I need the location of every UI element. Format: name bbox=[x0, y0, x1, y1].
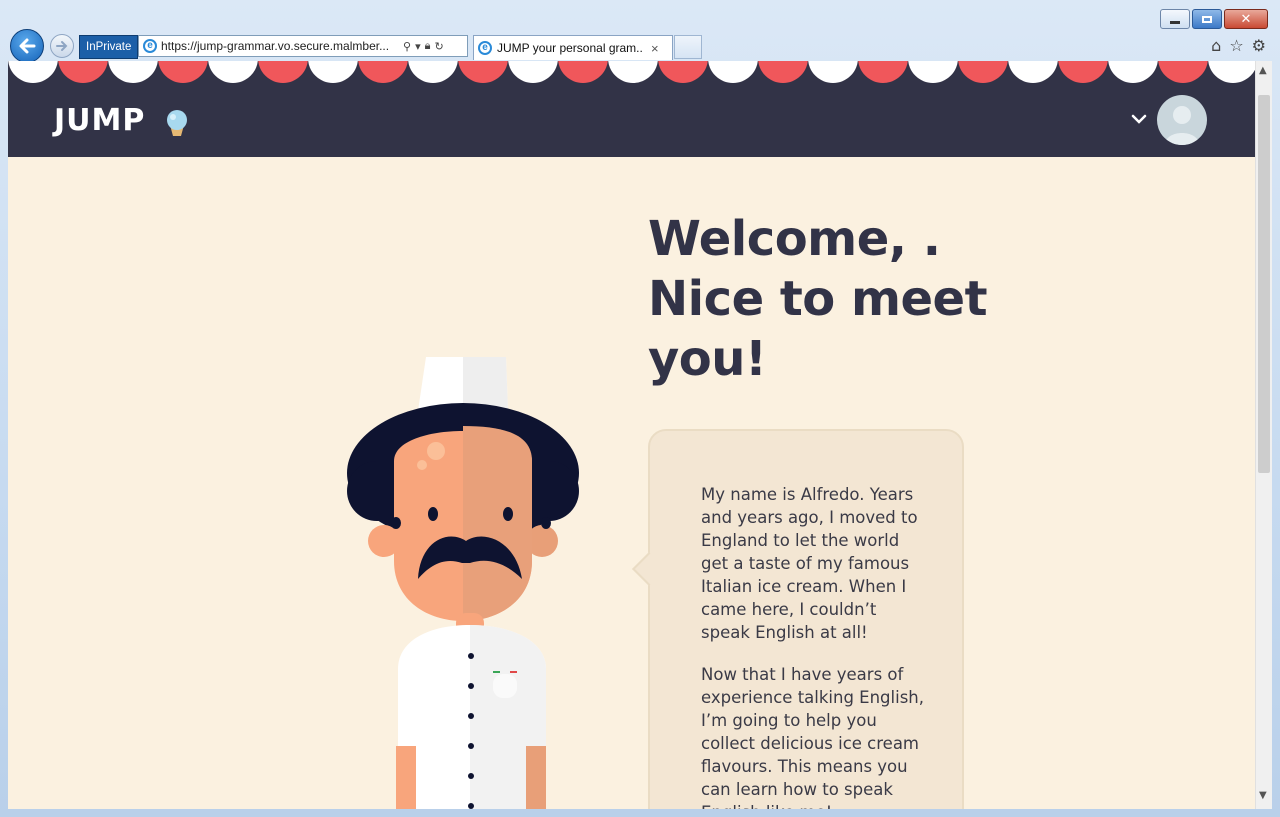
awning-scallop bbox=[858, 61, 908, 83]
awning-scallop bbox=[558, 61, 608, 83]
page-viewport: JUMP Welcome, . Nice to meet you! My nam… bbox=[8, 61, 1255, 809]
chevron-down-icon[interactable] bbox=[1131, 113, 1147, 125]
scroll-down-icon[interactable]: ▼ bbox=[1259, 790, 1267, 801]
awning-scallop bbox=[808, 61, 858, 83]
ie-site-icon: e bbox=[143, 39, 157, 53]
awning-scallop bbox=[208, 61, 258, 83]
mission-paragraph: Now that I have years of experience talk… bbox=[701, 665, 924, 809]
new-tab-button[interactable] bbox=[674, 35, 702, 59]
awning-scallop bbox=[958, 61, 1008, 83]
awning-decoration bbox=[8, 61, 1255, 83]
forward-button[interactable] bbox=[50, 34, 74, 58]
minimize-icon bbox=[1170, 20, 1180, 24]
maximize-button[interactable] bbox=[1192, 9, 1222, 29]
back-button[interactable] bbox=[10, 29, 44, 63]
awning-scallop bbox=[358, 61, 408, 83]
back-arrow-icon bbox=[19, 38, 36, 54]
inprivate-badge: InPrivate bbox=[79, 35, 139, 59]
window-controls: ✕ bbox=[1160, 9, 1268, 29]
browser-tools: ⌂ ☆ ⚙ bbox=[1211, 36, 1266, 55]
gear-icon[interactable]: ⚙ bbox=[1252, 36, 1266, 55]
tab-favicon-icon: e bbox=[478, 41, 492, 55]
user-avatar-icon bbox=[1165, 106, 1199, 145]
tab-close-icon[interactable]: × bbox=[651, 41, 659, 56]
search-icon[interactable]: ⚲ bbox=[403, 40, 411, 53]
awning-scallop bbox=[108, 61, 158, 83]
alfredo-illustration bbox=[347, 357, 579, 809]
tab-title: JUMP your personal gram... bbox=[497, 41, 643, 55]
refresh-icon[interactable]: ↻ bbox=[434, 40, 443, 53]
browser-window: ✕ InPrivate e https://jump-grammar.vo.se… bbox=[0, 0, 1280, 817]
close-window-button[interactable]: ✕ bbox=[1224, 9, 1268, 29]
speech-bubble-tail bbox=[632, 552, 666, 586]
awning-scallop bbox=[258, 61, 308, 83]
forward-arrow-icon bbox=[56, 41, 68, 51]
star-icon[interactable]: ☆ bbox=[1229, 36, 1243, 55]
lock-icon[interactable]: 🔒︎ bbox=[425, 40, 431, 53]
vertical-scrollbar[interactable]: ▲ ▼ bbox=[1255, 61, 1272, 809]
site-header: JUMP bbox=[8, 83, 1255, 157]
awning-scallop bbox=[708, 61, 758, 83]
avatar[interactable] bbox=[1157, 95, 1207, 145]
awning-scallop bbox=[658, 61, 708, 83]
address-url[interactable]: https://jump-grammar.vo.secure.malmber..… bbox=[161, 39, 397, 53]
awning-scallop bbox=[1108, 61, 1158, 83]
awning-scallop bbox=[58, 61, 108, 83]
address-tools: ⚲ ▾ 🔒︎ ↻ bbox=[403, 40, 444, 53]
awning-scallop bbox=[158, 61, 208, 83]
scroll-up-icon[interactable]: ▲ bbox=[1259, 65, 1267, 76]
awning-scallop bbox=[458, 61, 508, 83]
awning-scallop bbox=[1058, 61, 1108, 83]
awning-scallop bbox=[1008, 61, 1058, 83]
address-bar[interactable]: e https://jump-grammar.vo.secure.malmber… bbox=[138, 35, 468, 57]
awning-scallop bbox=[1208, 61, 1255, 83]
close-icon: ✕ bbox=[1240, 11, 1252, 27]
ice-cream-logo-icon bbox=[167, 110, 187, 136]
awning-scallop bbox=[1158, 61, 1208, 83]
dropdown-icon[interactable]: ▾ bbox=[415, 40, 421, 53]
browser-tab[interactable]: e JUMP your personal gram... × bbox=[473, 35, 673, 60]
scroll-thumb[interactable] bbox=[1258, 95, 1270, 473]
awning-scallop bbox=[508, 61, 558, 83]
awning-scallop bbox=[8, 61, 58, 83]
speech-bubble: My name is Alfredo. Years and years ago,… bbox=[632, 429, 964, 809]
awning-scallop bbox=[308, 61, 358, 83]
awning-scallop bbox=[608, 61, 658, 83]
awning-scallop bbox=[408, 61, 458, 83]
jump-logo[interactable]: JUMP bbox=[54, 103, 145, 138]
home-icon[interactable]: ⌂ bbox=[1211, 36, 1221, 55]
awning-scallop bbox=[908, 61, 958, 83]
awning-scallop bbox=[758, 61, 808, 83]
page-title: Welcome, . Nice to meet you! bbox=[648, 211, 988, 387]
intro-paragraph: My name is Alfredo. Years and years ago,… bbox=[701, 485, 918, 642]
minimize-button[interactable] bbox=[1160, 9, 1190, 29]
maximize-icon bbox=[1202, 15, 1212, 23]
